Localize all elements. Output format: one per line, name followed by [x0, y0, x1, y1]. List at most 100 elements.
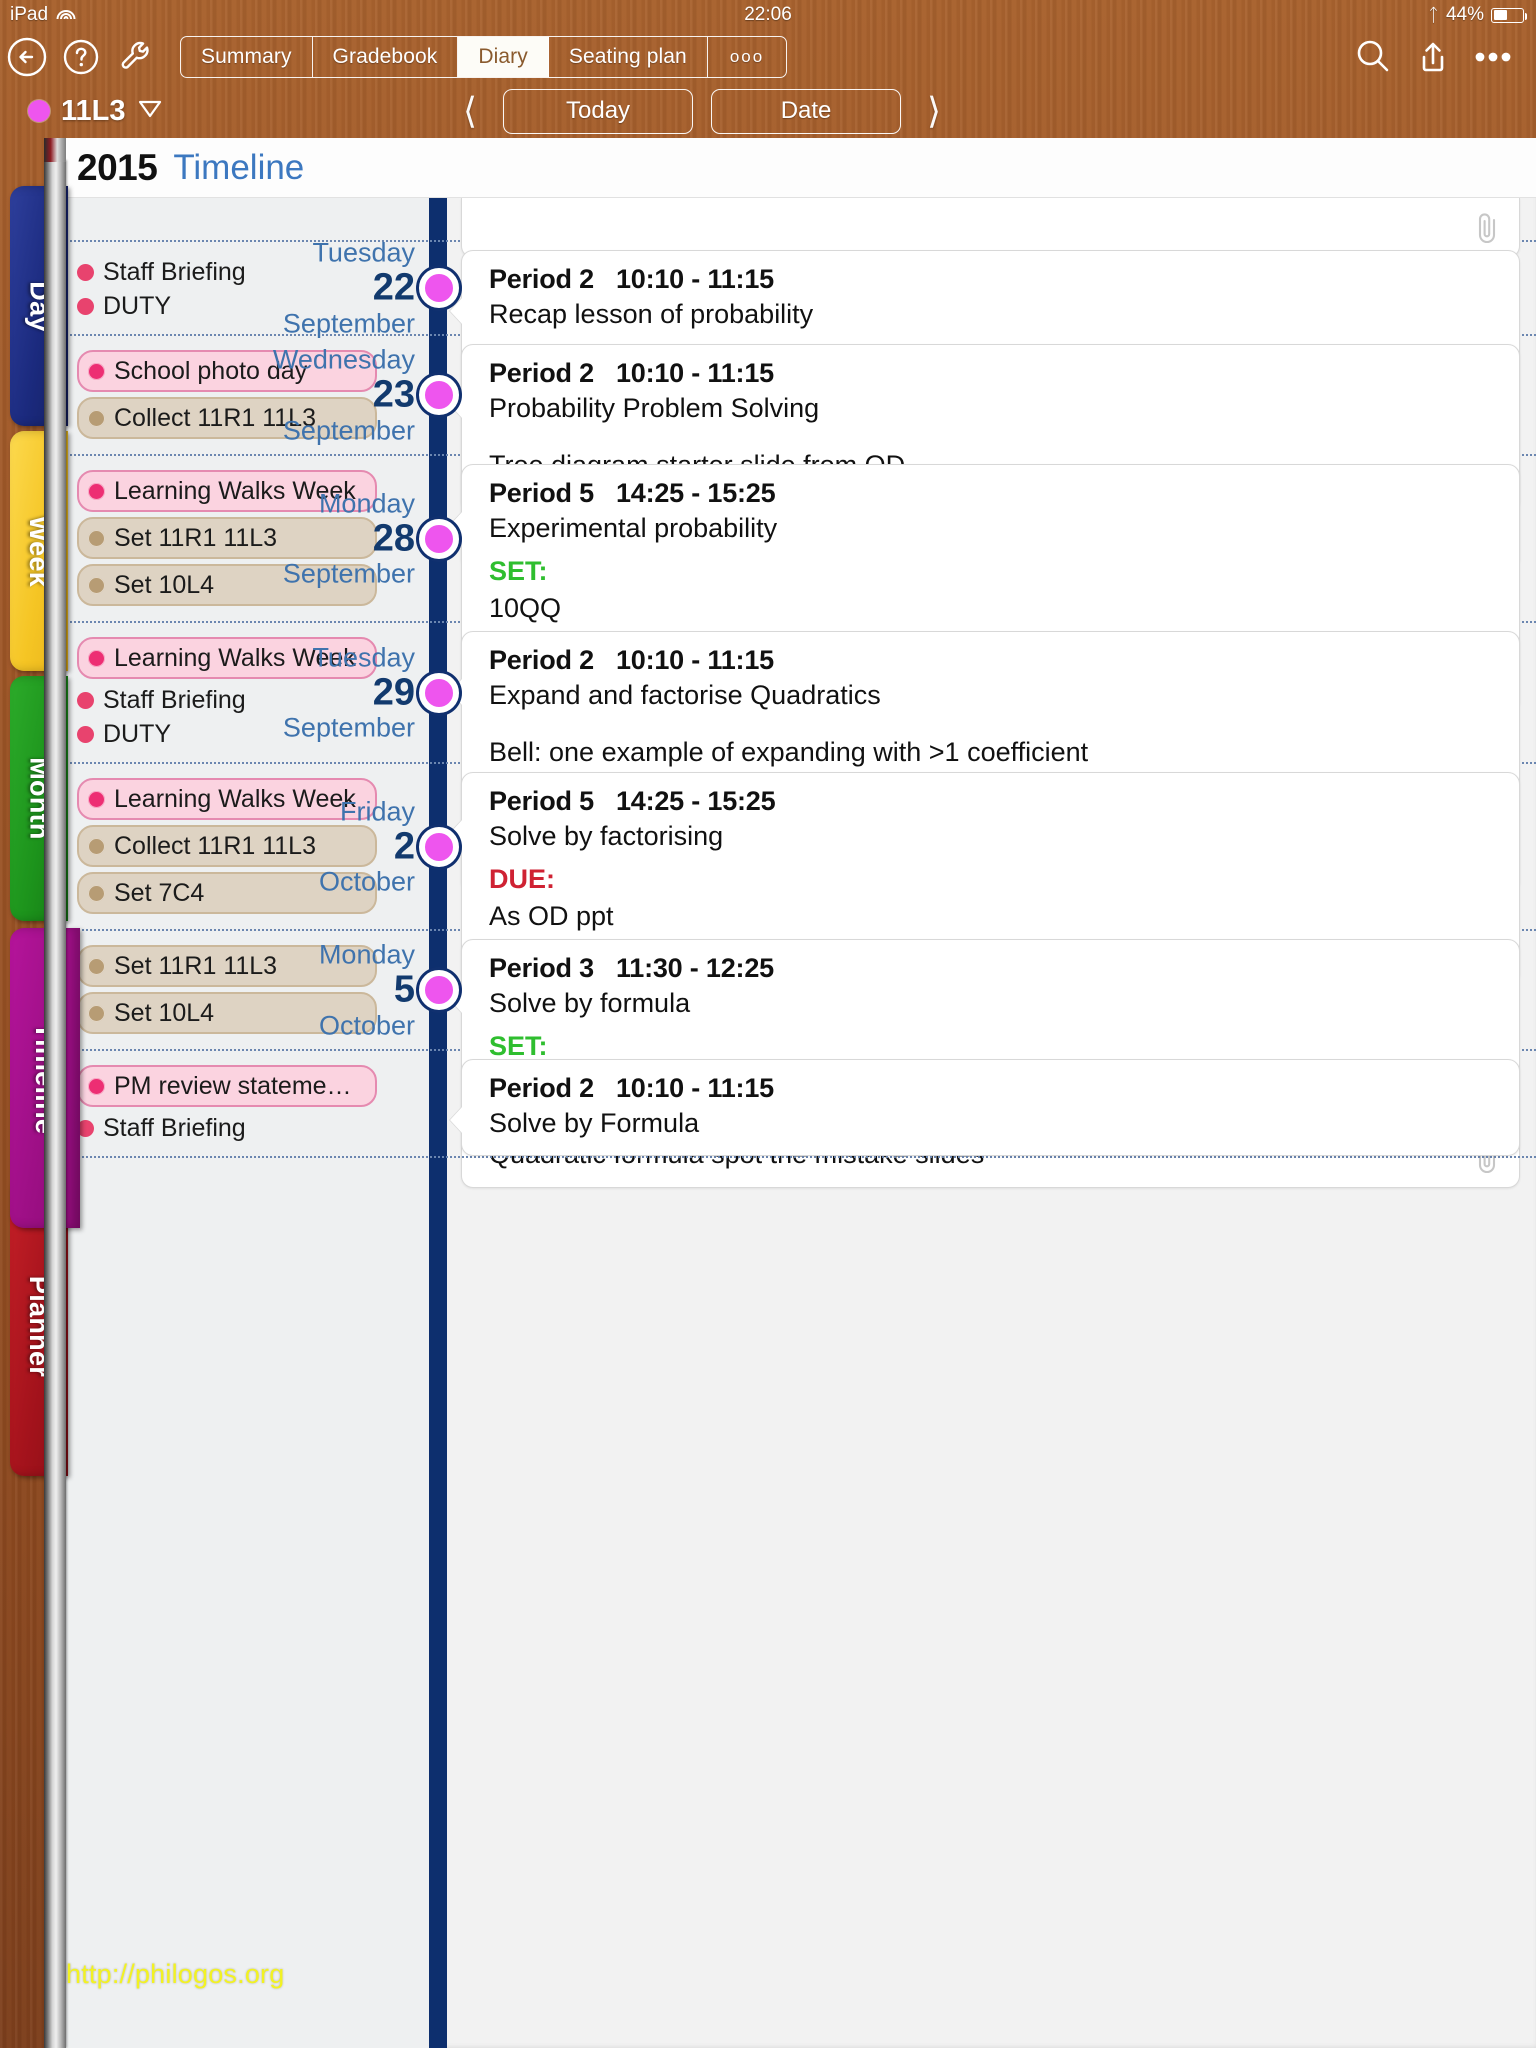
more-dots-icon[interactable] — [1466, 33, 1520, 81]
card-spacer — [489, 713, 1459, 735]
toolbar-right-actions — [1346, 33, 1536, 81]
page-year-label: 2015 — [77, 146, 158, 188]
share-upload-icon[interactable] — [1406, 33, 1460, 81]
lesson-card[interactable]: Period 2 10:10 - 11:15 Solve by Formula — [461, 1059, 1520, 1157]
timeline-node-dot[interactable] — [419, 268, 459, 308]
date-navigation: ⟨ Today Date ⟩ — [455, 82, 949, 140]
card-time: 10:10 - 11:15 — [615, 1073, 774, 1103]
timeline-row: Staff Briefing DUTY Tuesday 22 September Peri… — [61, 237, 1536, 512]
row-right-column: Period 2 10:10 - 11:15 Solve by Formula — [447, 1051, 1536, 1164]
status-bar-right: ᛏ 44% — [1428, 0, 1527, 30]
card-period: Period 2 — [489, 1073, 594, 1103]
status-bar: iPad 22:06 ᛏ 44% — [0, 0, 1536, 30]
event-color-dot — [88, 790, 105, 808]
row-left-column: Staff Briefing DUTY Tuesday 22 September — [61, 237, 429, 338]
event-label[interactable]: Staff Briefing — [77, 1112, 421, 1144]
event-color-dot — [88, 362, 105, 380]
wrench-icon[interactable] — [108, 33, 162, 81]
event-text: Set 7C4 — [114, 879, 205, 907]
event-text: Staff Briefing — [103, 258, 246, 286]
date-month: September — [282, 308, 415, 339]
tab-summary[interactable]: Summary — [181, 37, 313, 77]
book-spine — [44, 160, 66, 2048]
event-color-dot — [77, 263, 94, 281]
card-period: Period 5 — [489, 786, 594, 816]
class-selector[interactable]: 11L3 — [0, 95, 163, 128]
view-tab-group: Summary Gradebook Diary Seating plan ooo — [180, 36, 788, 78]
status-bar-clock: 22:06 — [744, 4, 792, 25]
diary-page: 2015 Timeline Staff Briefing DUTY Tuesday 2… — [61, 138, 1536, 2048]
row-left-column: Set 11R1 11L3 Set 10L4 Monday 5 October — [61, 931, 429, 1049]
date-button[interactable]: Date — [711, 88, 902, 134]
timeline-node-dot[interactable] — [419, 518, 459, 559]
timeline-node-dot[interactable] — [419, 672, 459, 713]
event-text: PM review stateme… — [114, 1072, 352, 1100]
date-block: Tuesday 29 September — [283, 642, 415, 743]
row-left-column: PM review stateme… Staff Briefing — [61, 1051, 429, 1156]
date-daynum: 23 — [372, 373, 415, 416]
timeline-row: School photo day Collect 11R1 11L3 Wednesd… — [61, 336, 1536, 570]
card-subject: Solve by factorising — [489, 821, 724, 851]
card-period: Period 5 — [489, 478, 594, 508]
date-daynum: 22 — [372, 266, 415, 309]
search-icon[interactable] — [1346, 33, 1400, 81]
card-period: Period 2 — [489, 645, 594, 675]
event-color-dot — [88, 409, 105, 427]
card-period: Period 2 — [489, 264, 594, 294]
card-subject: Expand and factorise Quadratics — [489, 680, 881, 710]
timeline-row-partial — [61, 198, 1536, 258]
card-header: Period 5 14:25 - 15:25 — [489, 478, 1459, 509]
question-mark-icon[interactable] — [54, 33, 108, 81]
date-block: Friday 2 October — [319, 796, 415, 897]
ipad-screen: iPad 22:06 ᛏ 44% Summary Gradebook Diary… — [0, 0, 1536, 2048]
timeline-rows: Staff Briefing DUTY Tuesday 22 September Peri… — [61, 198, 1536, 1188]
class-color-dot — [28, 100, 50, 122]
date-weekday: Friday — [339, 795, 415, 826]
date-weekday: Tuesday — [312, 237, 415, 268]
attachment-paperclip-icon[interactable] — [1473, 211, 1501, 245]
timeline-row: Learning Walks Week Set 11R1 11L3 Set 10L4… — [61, 456, 1536, 713]
date-month: September — [282, 712, 415, 743]
card-body-line: As OD ppt — [489, 901, 614, 932]
event-color-dot — [77, 691, 94, 709]
date-weekday: Monday — [318, 487, 415, 518]
event-label[interactable]: PM review stateme… — [77, 1065, 377, 1107]
date-daynum: 5 — [393, 968, 415, 1011]
date-block: Wednesday 23 September — [273, 344, 415, 445]
filter-triangle-icon[interactable] — [137, 95, 163, 128]
card-body-line: 10QQ — [489, 593, 562, 624]
card-spacer — [489, 426, 1459, 448]
chevron-right-icon[interactable]: ⟩ — [919, 93, 949, 129]
tab-overflow-icon[interactable]: ooo — [708, 37, 786, 77]
chevron-left-icon[interactable]: ⟨ — [455, 93, 485, 129]
event-color-dot — [88, 649, 105, 667]
page-title: Timeline — [173, 147, 305, 187]
card-time: 14:25 - 15:25 — [615, 786, 776, 816]
card-header: Period 2 10:10 - 11:15 — [489, 645, 1459, 676]
timeline-node-dot[interactable] — [419, 970, 459, 1010]
timeline-node-dot[interactable] — [419, 375, 459, 415]
date-daynum: 2 — [393, 825, 415, 868]
event-color-dot — [88, 837, 105, 855]
timeline-container: Staff Briefing DUTY Tuesday 22 September Peri… — [61, 198, 1536, 2048]
event-text: Set 11R1 11L3 — [114, 524, 278, 552]
card-time: 10:10 - 11:15 — [615, 358, 774, 388]
event-text: DUTY — [103, 292, 172, 320]
timeline-node-dot[interactable] — [419, 826, 459, 867]
tab-gradebook[interactable]: Gradebook — [313, 37, 459, 77]
card-time: 14:25 - 15:25 — [615, 478, 776, 508]
due-label: DUE: — [489, 864, 555, 895]
back-arrow-icon[interactable] — [0, 33, 54, 81]
event-text: Collect 11R1 11L3 — [114, 832, 316, 860]
card-header: Period 2 10:10 - 11:15 — [489, 358, 1459, 389]
today-button[interactable]: Today — [503, 88, 694, 134]
event-text: Staff Briefing — [103, 1114, 246, 1142]
card-header: Period 2 10:10 - 11:15 — [489, 264, 1459, 295]
tab-diary[interactable]: Diary — [458, 37, 549, 77]
timeline-row: PM review stateme… Staff Briefing Period 2… — [61, 1051, 1536, 1158]
date-daynum: 29 — [372, 671, 415, 714]
class-name-label: 11L3 — [61, 94, 126, 127]
tab-seating-plan[interactable]: Seating plan — [549, 37, 708, 77]
event-color-dot — [88, 1004, 105, 1022]
card-subject: Recap lesson of probability — [489, 299, 814, 329]
